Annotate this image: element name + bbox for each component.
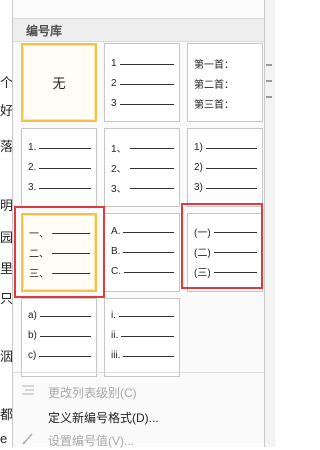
set-numbering-value-label: 设置编号值(V)... [48, 434, 134, 448]
tile-line-label: b) [28, 329, 37, 341]
tile-line-label: 第一首： [194, 59, 234, 71]
tile-chinese[interactable]: 一、 二、 三、 [21, 213, 97, 292]
tile-line-label: a) [28, 309, 37, 321]
tile-line-label: 2 [111, 77, 117, 89]
list-level-icon [21, 383, 35, 397]
tile-lower-roman[interactable]: i. ii. iii. [104, 298, 180, 377]
tile-arabic-comma[interactable]: 1、 2、 3、 [104, 128, 180, 207]
tile-line-label: (二) [194, 247, 211, 259]
tile-chapter[interactable]: 第一首： 第二首： 第三首： [187, 43, 263, 122]
tile-none[interactable]: 无 [21, 43, 97, 122]
document-left-edge: 个 好 落 明 园 里 只 洇 都 e [0, 0, 13, 447]
tile-arabic-dot[interactable]: 1. 2. 3. [21, 128, 97, 207]
define-new-number-format-item[interactable]: 定义新编号格式(D)... [13, 405, 264, 427]
ruler-mark [266, 64, 272, 66]
change-list-level-label: 更改列表级别(C) [48, 386, 137, 400]
tile-line-label: ii. [111, 329, 119, 341]
tile-line-label: 3) [194, 181, 203, 193]
ruler-mark [266, 96, 272, 98]
tile-line-label: (一) [194, 227, 211, 239]
tile-line-label: 三、 [29, 268, 49, 280]
tile-line-label: C. [111, 265, 121, 277]
tile-line-label: i. [111, 309, 116, 321]
tile-line-label: (三) [194, 267, 211, 279]
tile-line-label: 3 [111, 97, 117, 109]
panel-top-edge [13, 0, 264, 14]
define-new-number-format-label: 定义新编号格式(D)... [48, 411, 159, 425]
tile-none-label: 无 [52, 76, 66, 91]
tile-line-label: B. [111, 245, 121, 257]
tile-line-label: 第二首： [194, 79, 234, 91]
tile-arabic-paren[interactable]: 1) 2) 3) [187, 128, 263, 207]
numbering-library-header: 编号库 [13, 18, 264, 42]
tile-chinese-paren[interactable]: (一) (二) (三) [187, 213, 263, 292]
tile-line-label: c) [28, 349, 37, 361]
tile-line-label: 1 [111, 57, 117, 69]
tile-line-label: A. [111, 225, 121, 237]
tile-line-label: 2. [28, 161, 37, 173]
tile-line-label: iii. [111, 349, 121, 361]
document-char: e [0, 431, 8, 446]
tile-upper-alpha[interactable]: A. B. C. [104, 213, 180, 292]
tile-line-label: 1. [28, 141, 37, 153]
tile-line-label: 3. [28, 181, 37, 193]
tile-line-label: 第三首： [194, 99, 234, 111]
tile-line-label: 2、 [111, 163, 127, 175]
tile-line-label: 1) [194, 141, 203, 153]
tile-line-label: 2) [194, 161, 203, 173]
tile-line-label: 一、 [29, 228, 49, 240]
tile-line-label: 二、 [29, 248, 49, 260]
ruler-mark [266, 80, 272, 82]
menu-separator [13, 372, 264, 373]
tile-line-label: 3、 [111, 183, 127, 195]
numbering-library-title: 编号库 [26, 24, 63, 38]
tile-line-label: 1、 [111, 143, 127, 155]
set-value-icon [21, 431, 35, 445]
numbering-dropdown: 编号库 无 1 2 3 第一首： 第二首： 第三首： 1. 2. 3. 1、 2… [12, 0, 265, 448]
tile-arabic[interactable]: 1 2 3 [104, 43, 180, 122]
change-list-level-item[interactable]: 更改列表级别(C) [13, 380, 264, 402]
tile-lower-alpha[interactable]: a) b) c) [21, 298, 97, 377]
